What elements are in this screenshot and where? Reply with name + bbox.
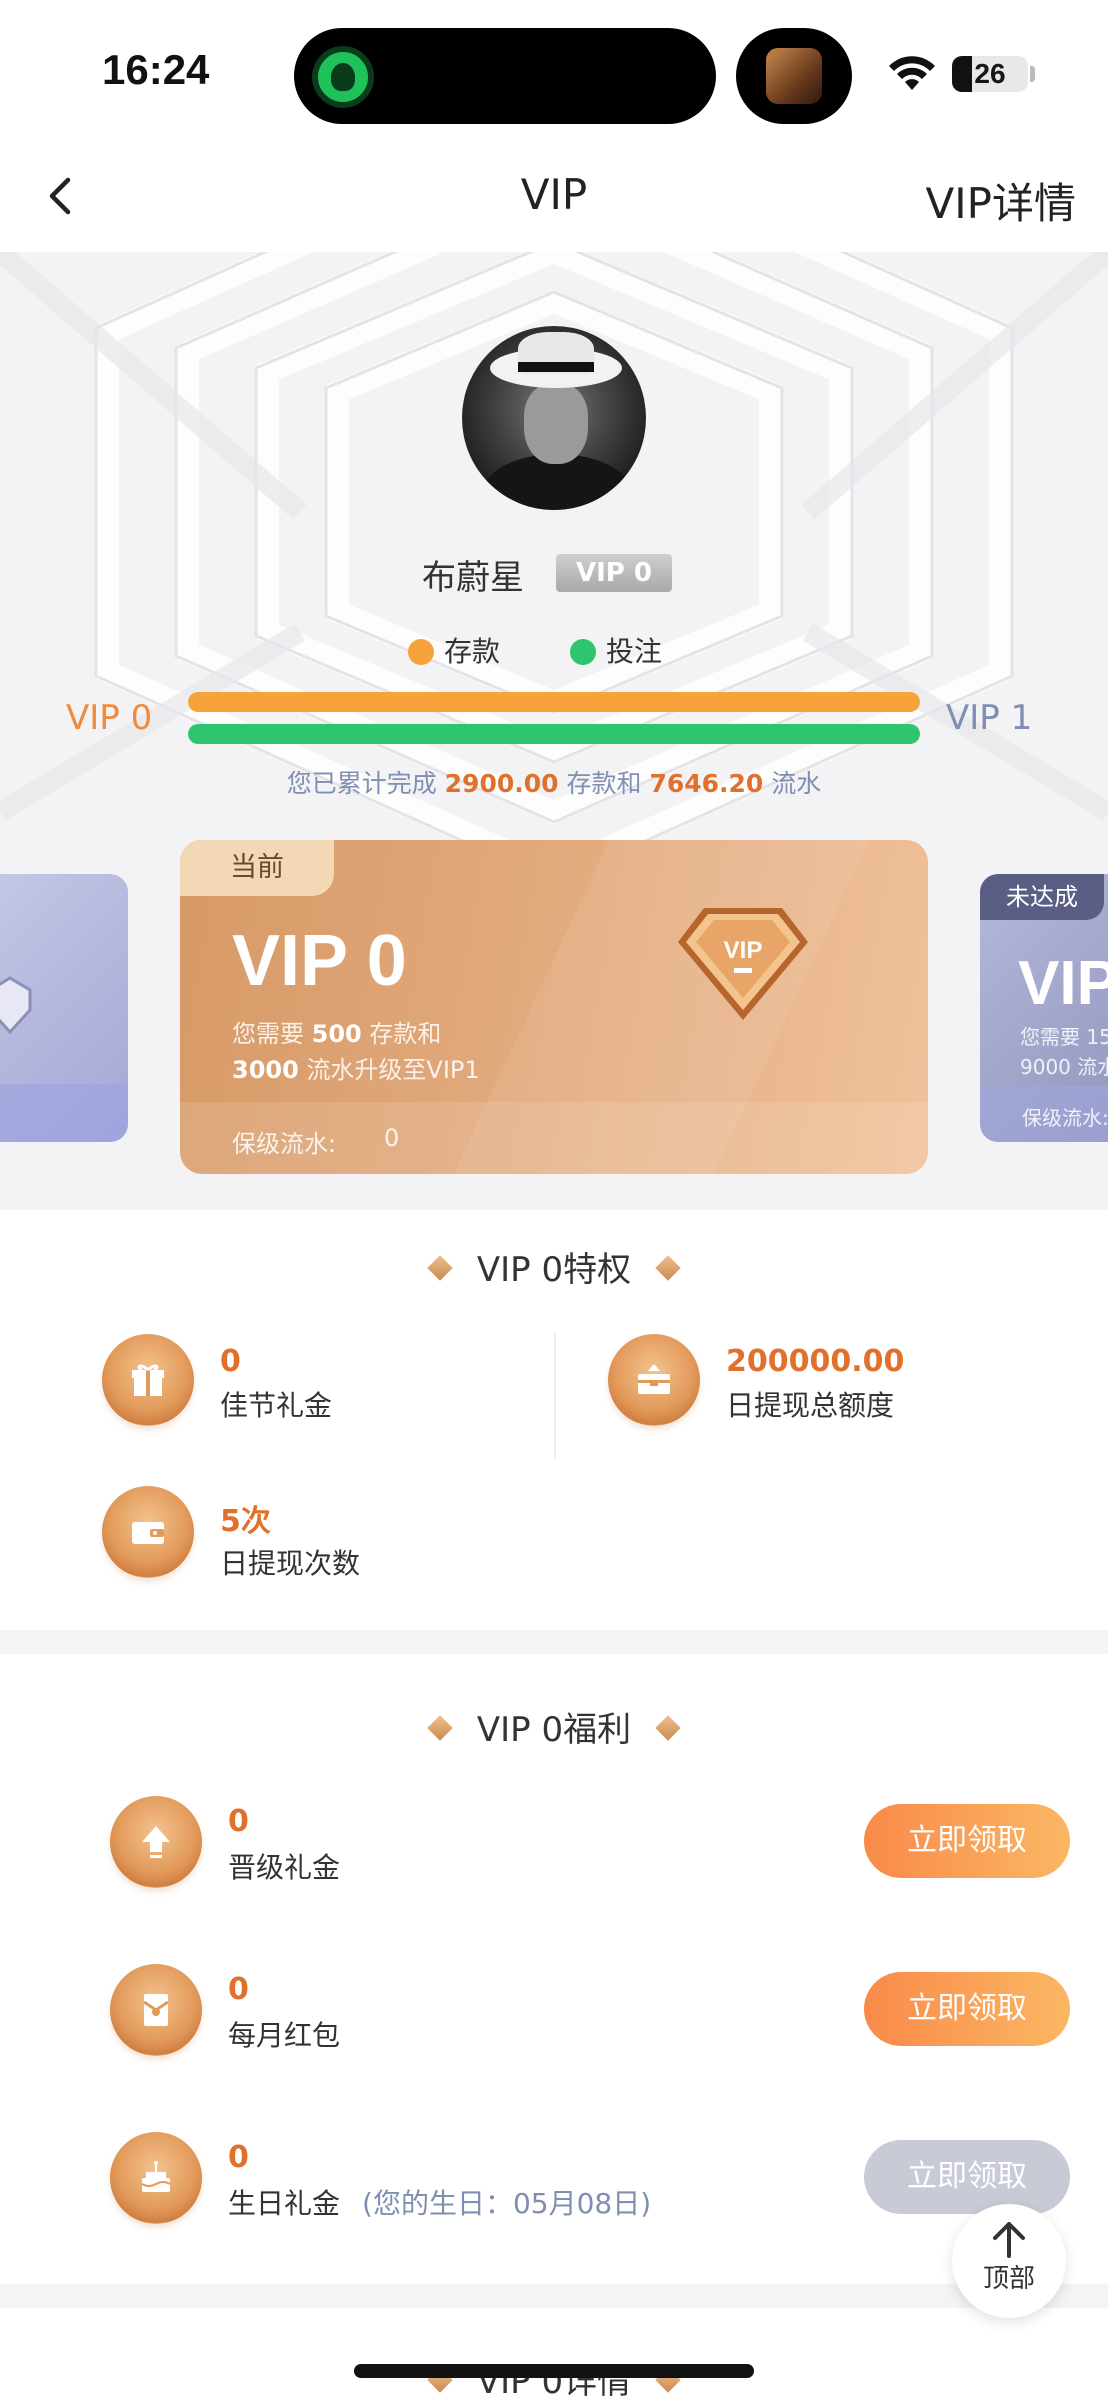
wallet-icon [102, 1486, 194, 1578]
divider [554, 1332, 556, 1458]
req-text-b: 存款和 [369, 1020, 442, 1048]
details-section: VIP 0详情 [0, 2308, 1108, 2400]
benefit-value: 0 [228, 2140, 249, 2175]
red-envelope-icon [110, 1964, 202, 2056]
deposit-dot-icon [408, 639, 434, 665]
legend-bet: 投注 [570, 630, 662, 670]
claim-birthday-bonus-button[interactable]: 立即领取 [864, 2140, 1070, 2214]
legend-bet-label: 投注 [606, 635, 663, 668]
privileges-section: VIP 0特权 0 佳节礼金 200000.00 日提现总额度 5次 日提现次数 [0, 1210, 1108, 1630]
next-req-line1: 您需要 15 [1020, 1025, 1108, 1049]
benefit-value: 0 [228, 1804, 249, 1839]
benefit-value: 0 [228, 1972, 249, 2007]
vip-gem-icon: VIP [678, 908, 808, 1020]
diamond-icon [0, 976, 32, 1035]
progress-prefix: 您已累计完成 [286, 769, 437, 798]
legend-deposit-label: 存款 [444, 635, 501, 668]
status-bar: 16:24 26 [0, 0, 1108, 140]
privilege-label: 佳节礼金 [220, 1389, 333, 1422]
vip-card-current[interactable]: 当前 VIP 0 您需要 500 存款和 3000 流水升级至VIP1 VIP … [180, 840, 928, 1174]
wifi-icon [889, 56, 935, 90]
battery-percent: 26 [974, 58, 1006, 89]
req-deposit: 500 [311, 1020, 362, 1048]
call-indicator-icon [312, 46, 374, 108]
withdraw-box-icon [608, 1334, 700, 1426]
locked-tag: 未达成 [980, 874, 1104, 920]
vip-details-link[interactable]: VIP详情 [926, 170, 1076, 231]
battery-icon: 26 [952, 56, 1028, 92]
vip-level-badge: VIP 0 [556, 554, 672, 592]
arrow-up-icon [993, 2222, 1025, 2258]
progress-suffix: 流水 [771, 769, 822, 798]
privileges-title-text: VIP 0特权 [476, 1250, 632, 1290]
status-time: 16:24 [102, 46, 210, 93]
svg-text:VIP: VIP [724, 937, 763, 964]
birthday-cake-icon [110, 2132, 202, 2224]
current-tag: 当前 [180, 840, 334, 896]
next-keep-label: 保级流水: [1022, 1106, 1108, 1130]
req-text-c: 流水升级至VIP1 [306, 1056, 480, 1084]
next-card-title: VIP [1018, 949, 1108, 1018]
privilege-value: 0 [220, 1344, 241, 1379]
back-arrow-icon[interactable] [32, 166, 92, 226]
bet-amount: 7646.20 [649, 769, 764, 798]
birthday-date-note: (您的生日：05月08日) [362, 2187, 652, 2220]
bet-progress-bar [188, 724, 920, 744]
benefits-section: VIP 0福利 0 晋级礼金 立即领取 0 每月红包 立即领取 0 生日礼金 (您… [0, 1654, 1108, 2284]
vip-card-next[interactable]: 未达成 VIP 您需要 15 9000 流水 保级流水: [980, 874, 1108, 1142]
privilege-label: 日提现次数 [220, 1547, 361, 1580]
vip-card-previous[interactable] [0, 874, 128, 1142]
card-keep-level: 保级流水: 0 [180, 1102, 928, 1174]
privilege-label: 日提现总额度 [726, 1389, 895, 1422]
next-level-label: VIP 1 [946, 698, 1033, 738]
vip-hero: 布蔚星 VIP 0 存款 投注 VIP 0 VIP 1 您已累计完成 2900.… [0, 252, 1108, 1210]
bet-dot-icon [570, 639, 596, 665]
nav-bar: VIP VIP详情 [0, 140, 1108, 252]
diamond-ornament-icon [655, 1715, 681, 1741]
next-card-keep-level: 保级流水: [980, 1086, 1108, 1142]
diamond-ornament-icon [427, 1255, 453, 1281]
progress-mid: 存款和 [566, 769, 642, 798]
gift-icon [102, 1334, 194, 1426]
upgrade-arrow-icon [110, 1796, 202, 1888]
card-title: VIP 0 [232, 921, 407, 1001]
diamond-ornament-icon [655, 1255, 681, 1281]
privilege-value: 200000.00 [726, 1344, 905, 1379]
deposit-progress-bar [188, 692, 920, 712]
back-to-top-button[interactable]: 顶部 [952, 2204, 1066, 2318]
benefit-label: 每月红包 [228, 2019, 341, 2052]
progress-summary: 您已累计完成 2900.00 存款和 7646.20 流水 [0, 764, 1108, 800]
battery-tip [1030, 66, 1035, 82]
current-level-label: VIP 0 [66, 698, 153, 738]
next-card-requirement: 您需要 15 9000 流水 [1020, 1022, 1108, 1082]
keep-level-value: 0 [384, 1124, 400, 1152]
username: 布蔚星 [422, 558, 524, 598]
req-bet: 3000 [232, 1056, 299, 1084]
card-requirement: 您需要 500 存款和 3000 流水升级至VIP1 [232, 1016, 480, 1088]
claim-upgrade-bonus-button[interactable]: 立即领取 [864, 1804, 1070, 1878]
legend-deposit: 存款 [408, 630, 500, 670]
privilege-value: 5次 [220, 1504, 271, 1539]
benefit-label-row: 生日礼金 (您的生日：05月08日) [228, 2182, 651, 2222]
now-playing-island [736, 28, 852, 124]
diamond-ornament-icon [427, 1715, 453, 1741]
benefit-label: 生日礼金 [228, 2187, 341, 2220]
benefits-title: VIP 0福利 [0, 1702, 1108, 1751]
benefits-title-text: VIP 0福利 [476, 1710, 632, 1750]
deposit-amount: 2900.00 [444, 769, 559, 798]
home-indicator[interactable] [354, 2364, 754, 2378]
benefit-label: 晋级礼金 [228, 1851, 341, 1884]
album-art-thumbnail [766, 48, 822, 104]
back-to-top-label: 顶部 [982, 2264, 1035, 2294]
keep-level-label: 保级流水: [232, 1130, 337, 1158]
next-req-line2: 9000 流水 [1020, 1055, 1108, 1079]
dynamic-island [294, 28, 716, 124]
claim-monthly-envelope-button[interactable]: 立即领取 [864, 1972, 1070, 2046]
privileges-title: VIP 0特权 [0, 1242, 1108, 1291]
req-text-a: 您需要 [232, 1020, 304, 1048]
avatar[interactable] [462, 326, 646, 510]
